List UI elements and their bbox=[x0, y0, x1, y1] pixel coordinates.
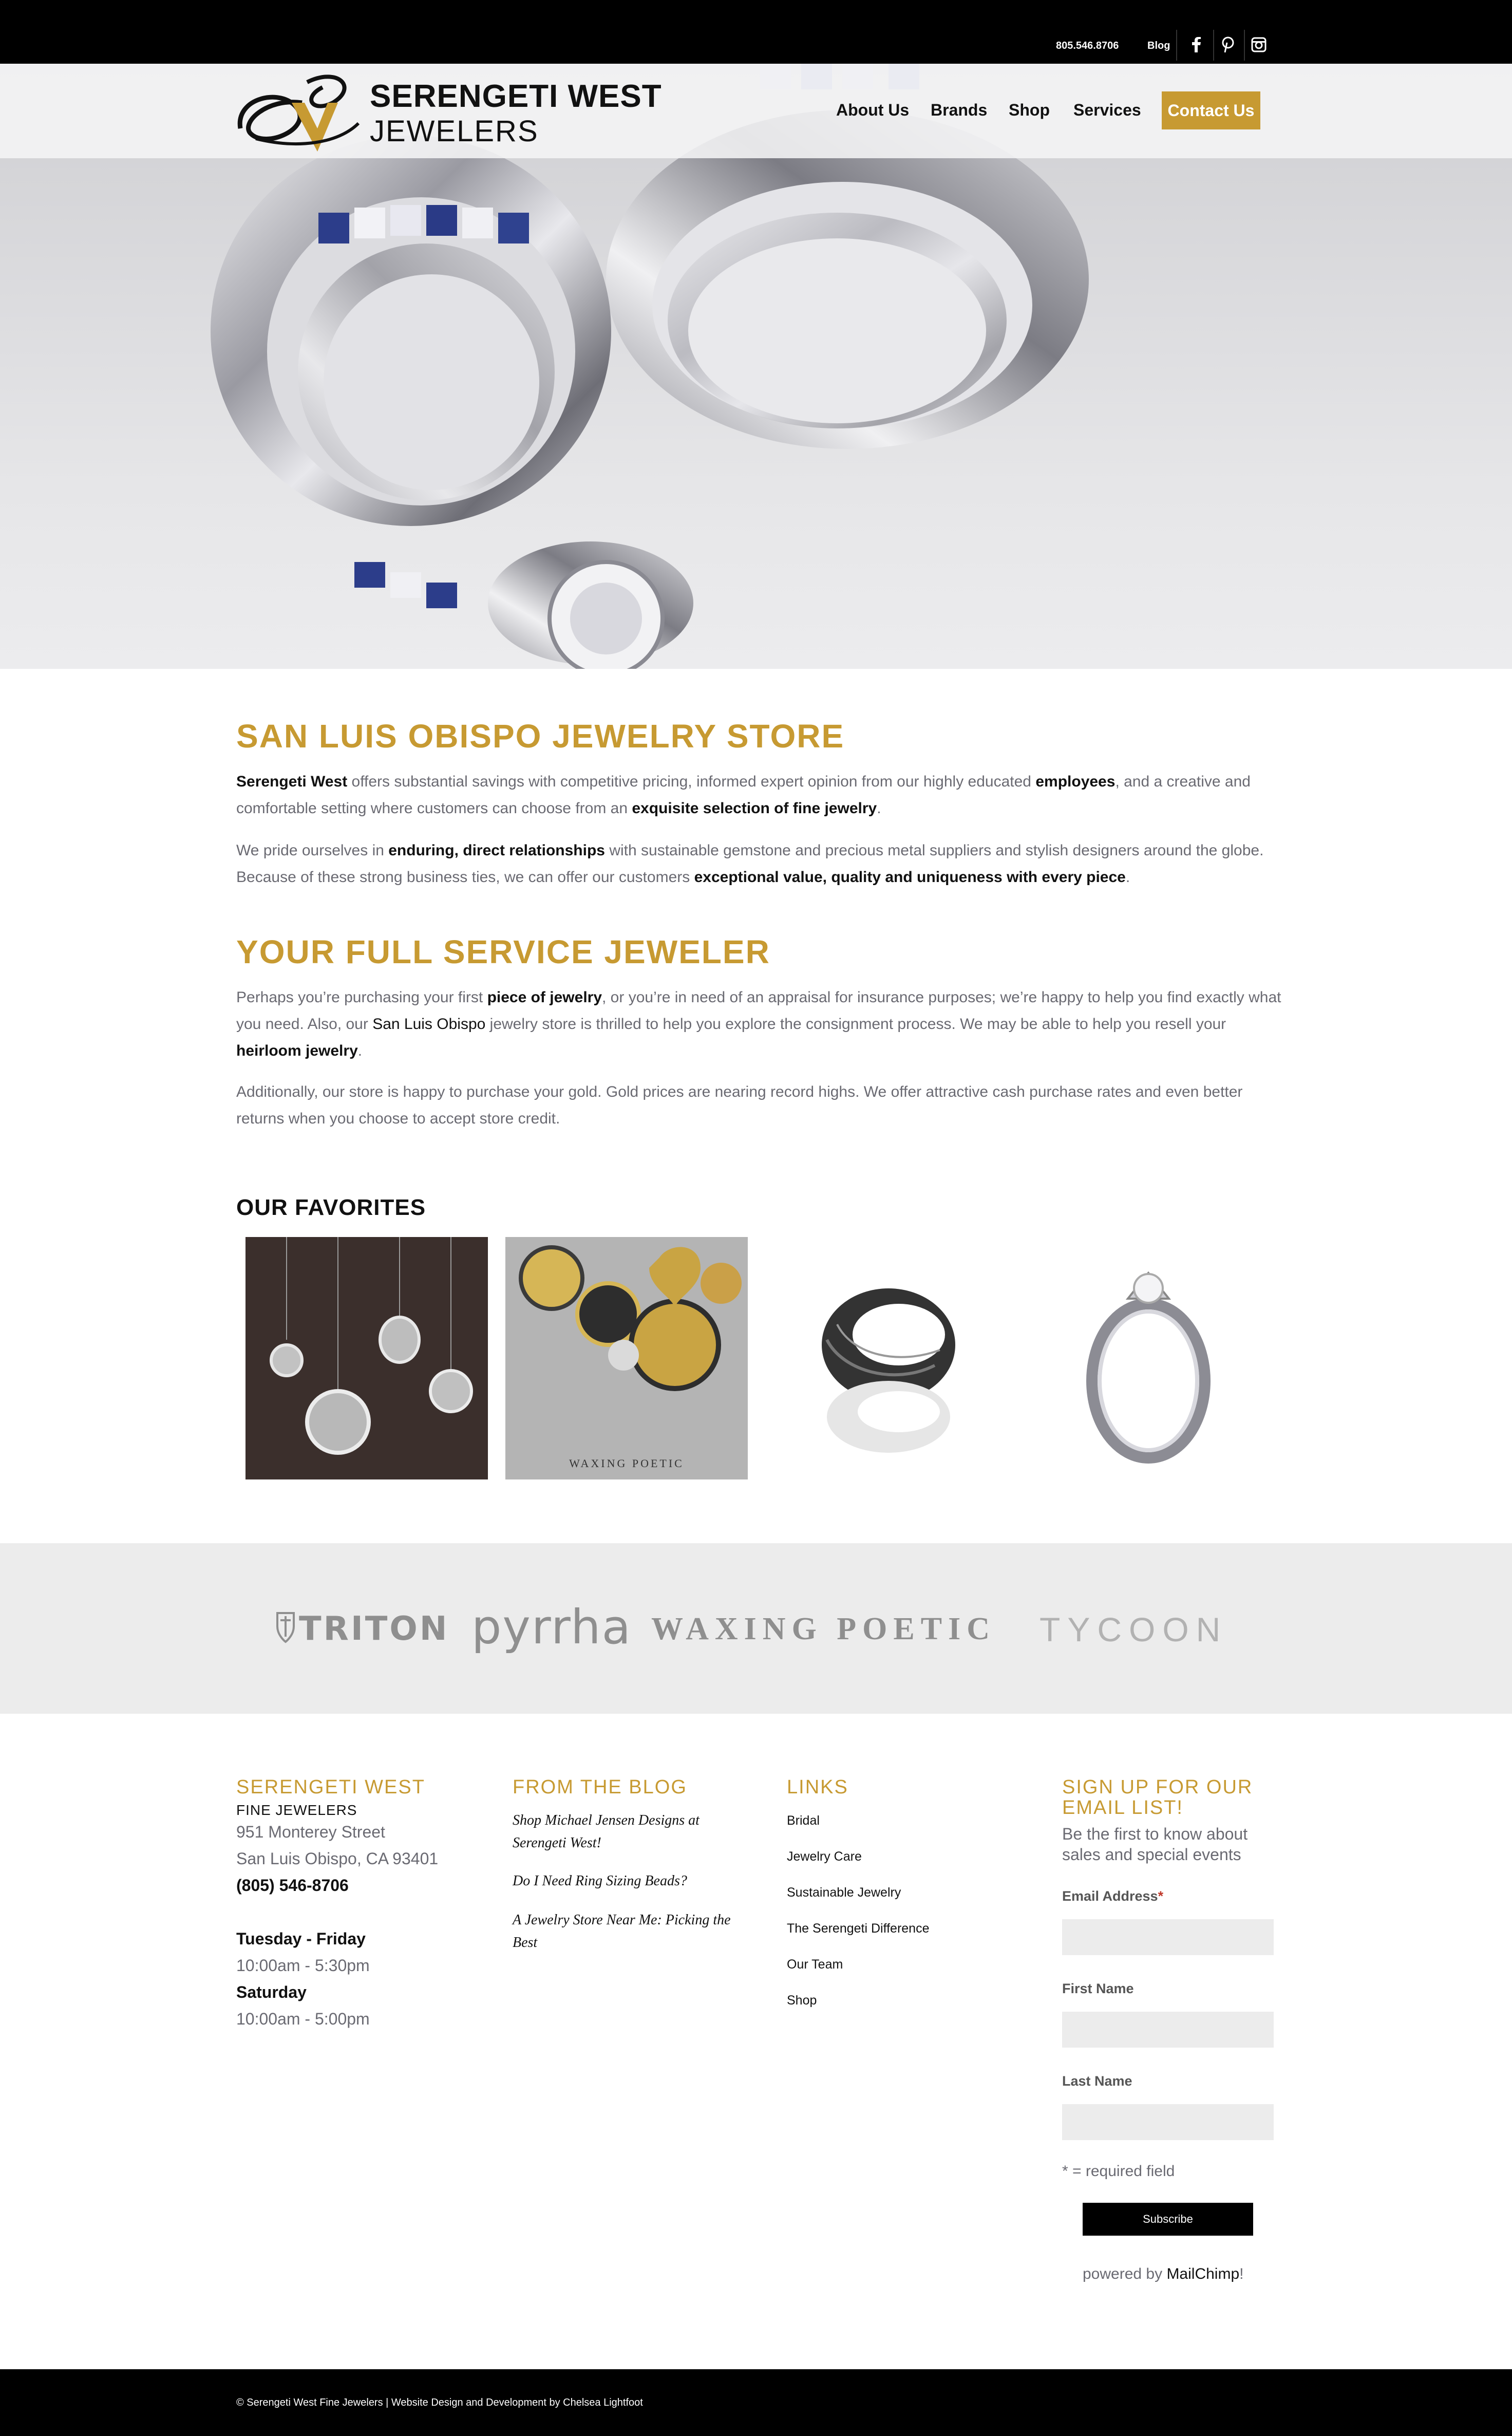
service-paragraph-2: Additionally, our store is happy to purc… bbox=[236, 1083, 1243, 1127]
inline-link-fine-jewelry[interactable]: exquisite selection of fine jewelry bbox=[632, 800, 877, 817]
divider bbox=[1244, 30, 1245, 61]
brand-triton[interactable]: TRITON bbox=[299, 1610, 449, 1648]
footer-link-jewelry-care[interactable]: Jewelry Care bbox=[787, 1849, 862, 1864]
inline-strong-value: exceptional value, quality and uniquenes… bbox=[694, 869, 1126, 886]
instagram-icon[interactable] bbox=[1250, 36, 1268, 53]
footer-address-line2: San Luis Obispo, CA 93401 bbox=[236, 1849, 439, 1868]
top-phone-link[interactable]: 805.546.8706 bbox=[1056, 40, 1119, 52]
email-field[interactable] bbox=[1062, 1919, 1274, 1955]
copyright-text: © Serengeti West Fine Jewelers | Website… bbox=[236, 2397, 643, 2408]
last-name-label: Last Name bbox=[1062, 2073, 1132, 2089]
brands-strip: TRITON pyrrha WAXING POETIC TYCOON bbox=[0, 1543, 1512, 1714]
damascus-ring-photo bbox=[822, 1288, 955, 1453]
footer-hours-time1: 10:00am - 5:30pm bbox=[236, 1956, 370, 1975]
blog-post-link-1[interactable]: Shop Michael Jensen Designs at Serengeti… bbox=[513, 1809, 739, 1854]
logo-text-line1[interactable]: SERENGETI WEST bbox=[370, 78, 662, 115]
favorite-item-engagement-ring[interactable] bbox=[1025, 1237, 1268, 1479]
inline-link-piece-of-jewelry[interactable]: piece of jewelry bbox=[487, 989, 602, 1006]
footer-hours-days2: Saturday bbox=[236, 1983, 307, 2001]
divider bbox=[1213, 30, 1214, 61]
logo-text-line2[interactable]: JEWELERS bbox=[370, 114, 539, 148]
logo-icon[interactable] bbox=[235, 67, 364, 154]
newsletter-desc-line2: sales and special events bbox=[1062, 1845, 1241, 1864]
brand-waxing-poetic[interactable]: WAXING POETIC bbox=[651, 1611, 996, 1647]
inline-link-employees[interactable]: employees bbox=[1035, 773, 1115, 790]
inline-link-san-luis-obispo[interactable]: San Luis Obispo bbox=[372, 1016, 485, 1033]
top-blog-link[interactable]: Blog bbox=[1147, 40, 1170, 52]
facebook-icon[interactable] bbox=[1187, 36, 1205, 53]
favorite-item-pendants[interactable] bbox=[245, 1237, 488, 1479]
section-heading-full-service: YOUR FULL SERVICE JEWELER bbox=[236, 933, 770, 970]
footer-link-our-team[interactable]: Our Team bbox=[787, 1957, 843, 1972]
nav-services[interactable]: Services bbox=[1073, 101, 1141, 120]
footer-link-bridal[interactable]: Bridal bbox=[787, 1813, 820, 1828]
brand-pyrrha[interactable]: pyrrha bbox=[471, 1600, 632, 1655]
intro-paragraph-1: Serengeti West offers substantial saving… bbox=[236, 773, 1251, 817]
footer-links-title: LINKS bbox=[787, 1776, 848, 1798]
first-name-field[interactable] bbox=[1062, 2012, 1274, 2048]
waxing-poetic-caption: WAXING POETIC bbox=[569, 1457, 684, 1470]
site-header bbox=[0, 64, 1512, 158]
newsletter-title-line2: EMAIL LIST! bbox=[1062, 1797, 1183, 1819]
engagement-ring-photo bbox=[1086, 1271, 1211, 1464]
newsletter-title-line1: SIGN UP FOR OUR bbox=[1062, 1776, 1253, 1798]
brand-tycoon[interactable]: TYCOON bbox=[1040, 1610, 1227, 1649]
last-name-field[interactable] bbox=[1062, 2104, 1274, 2140]
footer-bottom-bar: © Serengeti West Fine Jewelers | Website… bbox=[0, 2369, 1512, 2436]
intro-paragraph-2: We pride ourselves in enduring, direct r… bbox=[236, 842, 1264, 886]
inline-strong-relationships: enduring, direct relationships bbox=[388, 842, 605, 859]
inline-link-serengeti-west[interactable]: Serengeti West bbox=[236, 773, 347, 790]
footer-store-subtitle: FINE JEWELERS bbox=[236, 1802, 357, 1818]
first-name-label: First Name bbox=[1062, 1981, 1134, 1996]
required-field-note: * = required field bbox=[1062, 2163, 1175, 2180]
top-bar: 805.546.8706 Blog bbox=[0, 0, 1512, 64]
footer-link-shop[interactable]: Shop bbox=[787, 1993, 817, 2008]
subscribe-button[interactable]: Subscribe bbox=[1083, 2203, 1253, 2236]
footer-store-title: SERENGETI WEST bbox=[236, 1776, 425, 1798]
contact-us-button[interactable]: Contact Us bbox=[1162, 91, 1260, 129]
footer-hours-days1: Tuesday - Friday bbox=[236, 1929, 366, 1948]
mailchimp-link[interactable]: MailChimp bbox=[1166, 2265, 1239, 2282]
page-heading: SAN LUIS OBISPO JEWELRY STORE bbox=[236, 718, 845, 755]
favorite-item-damascus-band[interactable] bbox=[765, 1237, 1008, 1479]
favorites-title: OUR FAVORITES bbox=[236, 1195, 426, 1220]
footer-link-sustainable-jewelry[interactable]: Sustainable Jewelry bbox=[787, 1885, 901, 1900]
blog-post-link-2[interactable]: Do I Need Ring Sizing Beads? bbox=[513, 1870, 739, 1892]
favorite-item-waxing-poetic-charms[interactable]: WAXING POETIC bbox=[505, 1237, 748, 1479]
required-asterisk: * bbox=[1158, 1888, 1164, 1904]
pendants-photo bbox=[245, 1237, 488, 1479]
charms-photo bbox=[505, 1237, 748, 1479]
nav-shop[interactable]: Shop bbox=[1009, 101, 1050, 120]
footer-hours-time2: 10:00am - 5:00pm bbox=[236, 2010, 370, 2028]
triton-shield-icon bbox=[276, 1611, 295, 1644]
pinterest-icon[interactable] bbox=[1219, 36, 1237, 53]
email-label: Email Address* bbox=[1062, 1888, 1164, 1904]
powered-by-mailchimp: powered by MailChimp! bbox=[1083, 2265, 1244, 2282]
nav-brands[interactable]: Brands bbox=[931, 101, 987, 120]
inline-link-heirloom-jewelry[interactable]: heirloom jewelry bbox=[236, 1042, 358, 1059]
divider bbox=[1176, 30, 1177, 61]
newsletter-desc-line1: Be the first to know about bbox=[1062, 1825, 1248, 1843]
nav-about-us[interactable]: About Us bbox=[836, 101, 909, 120]
footer-phone-link[interactable]: (805) 546-8706 bbox=[236, 1876, 349, 1895]
footer-link-serengeti-difference[interactable]: The Serengeti Difference bbox=[787, 1921, 929, 1936]
blog-post-link-3[interactable]: A Jewelry Store Near Me: Picking the Bes… bbox=[513, 1909, 739, 1954]
service-paragraph-1: Perhaps you’re purchasing your first pie… bbox=[236, 989, 1281, 1059]
footer-address-line1: 951 Monterey Street bbox=[236, 1823, 385, 1841]
footer-blog-title: FROM THE BLOG bbox=[513, 1776, 687, 1798]
